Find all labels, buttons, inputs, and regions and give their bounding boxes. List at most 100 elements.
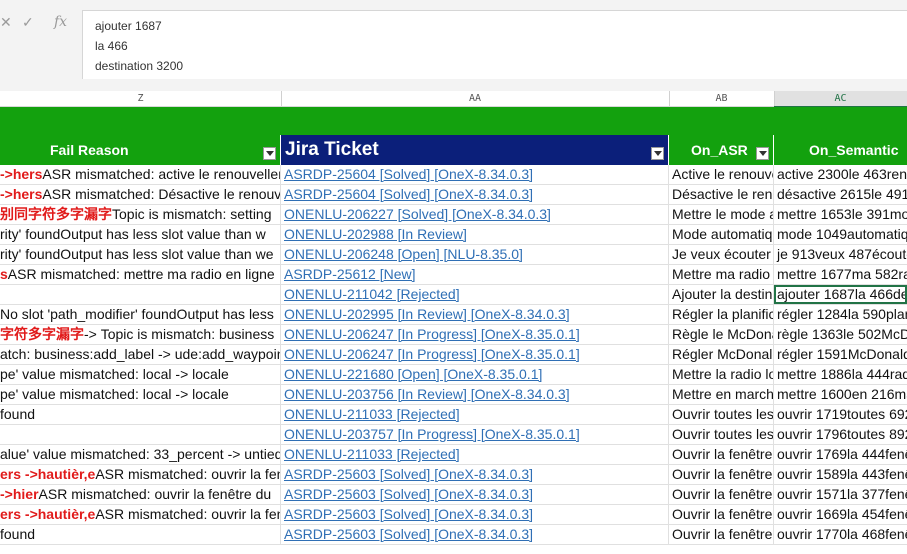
fail-reason-cell[interactable]: 字符多字漏字-> Topic is mismatch: business (0, 325, 281, 344)
on-asr-cell[interactable]: Mettre le mode avion (669, 205, 774, 224)
jira-ticket-link[interactable]: ASRDP-25604 [Solved] [OneX-8.34.0.3] (284, 186, 533, 202)
on-asr-cell[interactable]: Régler la planification (669, 305, 774, 324)
jira-ticket-link[interactable]: ASRDP-25604 [Solved] [OneX-8.34.0.3] (284, 166, 533, 182)
on-asr-cell[interactable]: Mettre la radio locale (669, 365, 774, 384)
fail-reason-cell[interactable]: rity' foundOutput has less slot value th… (0, 245, 281, 264)
on-semantic-cell[interactable]: ouvrir 1589la 443fenêtre (774, 465, 907, 484)
fail-reason-cell[interactable]: ->hersASR mismatched: Désactive le renou… (0, 185, 281, 204)
on-asr-cell[interactable]: Ouvrir la fenêtre (669, 505, 774, 524)
fail-reason-highlight: ers ->hautièr,e (0, 506, 96, 522)
table-row: No slot 'path_modifier' foundOutput has … (0, 305, 907, 325)
column-header-ab[interactable]: AB (669, 91, 774, 107)
column-divider[interactable] (774, 91, 775, 106)
fx-icon[interactable]: fx (54, 14, 67, 30)
fail-reason-cell[interactable]: ->hersASR mismatched: active le renouvel… (0, 165, 281, 184)
jira-ticket-cell: ONENLU-203757 [In Progress] [OneX-8.35.0… (281, 425, 669, 444)
selected-semantic-cell[interactable]: ajouter 1687la 466destination (774, 285, 907, 304)
jira-ticket-link[interactable]: ONENLU-206247 [In Progress] [OneX-8.35.0… (284, 326, 580, 342)
on-semantic-cell[interactable]: ouvrir 1796toutes 892les (774, 425, 907, 444)
on-semantic-cell[interactable]: ouvrir 1770la 468fenêtre (774, 525, 907, 544)
fail-reason-cell[interactable] (0, 285, 281, 304)
jira-ticket-link[interactable]: ONENLU-211033 [Rejected] (284, 406, 460, 422)
jira-ticket-link[interactable]: ONENLU-202988 [In Review] (284, 226, 467, 242)
jira-ticket-link[interactable]: ONENLU-211042 [Rejected] (284, 286, 460, 302)
jira-ticket-link[interactable]: ONENLU-206247 [In Progress] [OneX-8.35.0… (284, 346, 580, 362)
formula-input[interactable]: ajouter 1687 la 466 destination 3200 (82, 10, 907, 79)
fail-reason-cell[interactable]: rity' foundOutput has less slot value th… (0, 225, 281, 244)
fail-reason-cell[interactable]: alue' value mismatched: 33_percent -> un… (0, 445, 281, 464)
column-divider[interactable] (669, 91, 670, 106)
on-asr-cell[interactable]: Ouvrir la fenêtre (669, 465, 774, 484)
fail-reason-detail: Topic is mismatch: setting (112, 206, 272, 222)
on-asr-cell[interactable]: Ouvrir la fenêtre (669, 525, 774, 544)
on-asr-cell[interactable]: Règle le McDonald (669, 325, 774, 344)
fail-reason-cell[interactable]: pe' value mismatched: local -> locale (0, 365, 281, 384)
jira-ticket-link[interactable]: ASRDP-25612 [New] (284, 266, 416, 282)
on-semantic-cell[interactable]: désactive 2615le 491renouvellement (774, 185, 907, 204)
check-icon[interactable]: ✓ (22, 14, 34, 31)
column-header-aa[interactable]: AA (281, 91, 669, 107)
on-semantic-cell[interactable]: mettre 1600en 216marche (774, 385, 907, 404)
formula-line: destination 3200 (95, 59, 184, 73)
on-asr-cell[interactable]: Ouvrir toutes les fenêtres (669, 405, 774, 424)
jira-ticket-link[interactable]: ONENLU-203757 [In Progress] [OneX-8.35.0… (284, 426, 580, 442)
fail-reason-prefix: alue' value mismatched: 33_percent -> un… (0, 446, 281, 462)
on-semantic-cell[interactable]: mode 1049automatique (774, 225, 907, 244)
fail-reason-cell[interactable]: found (0, 525, 281, 544)
on-asr-cell[interactable]: Mettre en marche (669, 385, 774, 404)
filter-dropdown-icon[interactable] (651, 147, 664, 160)
on-semantic-cell[interactable]: je 913veux 487écouter (774, 245, 907, 264)
filter-dropdown-icon[interactable] (756, 147, 769, 160)
column-header-ac[interactable]: AC (774, 91, 907, 108)
fail-reason-highlight: ers ->hautièr,e (0, 466, 96, 482)
formula-line: ajouter 1687 (95, 19, 162, 33)
fail-reason-text: ->hierASR mismatched: ouvrir la fenêtre … (0, 485, 271, 504)
on-semantic-cell[interactable]: active 2300le 463renouvellement (774, 165, 907, 184)
on-semantic-cell[interactable]: mettre 1653le 391mode (774, 205, 907, 224)
on-semantic-cell[interactable]: règle 1363le 502McDonald (774, 325, 907, 344)
jira-ticket-link[interactable]: ONENLU-221680 [Open] [OneX-8.35.0.1] (284, 366, 542, 382)
fail-reason-prefix: pe' value mismatched: local -> locale (0, 366, 229, 382)
jira-ticket-link[interactable]: ASRDP-25603 [Solved] [OneX-8.34.0.3] (284, 526, 533, 542)
column-header-z[interactable]: Z (0, 91, 281, 107)
on-semantic-cell[interactable]: régler 1591McDonald (774, 345, 907, 364)
on-asr-cell[interactable]: Ouvrir toutes les fenêtres (669, 425, 774, 444)
fail-reason-cell[interactable]: ers ->hautièr,eASR mismatched: ouvrir la… (0, 505, 281, 524)
fail-reason-cell[interactable]: found (0, 405, 281, 424)
fail-reason-cell[interactable]: ->hierASR mismatched: ouvrir la fenêtre … (0, 485, 281, 504)
fail-reason-cell[interactable]: ers ->hautièr,eASR mismatched: ouvrir la… (0, 465, 281, 484)
fail-reason-cell[interactable]: sASR mismatched: mettre ma radio en lign… (0, 265, 281, 284)
jira-ticket-link[interactable]: ASRDP-25603 [Solved] [OneX-8.34.0.3] (284, 486, 533, 502)
x-icon[interactable]: ✕ (0, 14, 12, 31)
on-semantic-cell[interactable]: régler 1284la 590planification (774, 305, 907, 324)
on-asr-cell[interactable]: Je veux écouter (669, 245, 774, 264)
fail-reason-cell[interactable]: pe' value mismatched: local -> locale (0, 385, 281, 404)
jira-ticket-link[interactable]: ASRDP-25603 [Solved] [OneX-8.34.0.3] (284, 466, 533, 482)
on-semantic-cell[interactable]: ouvrir 1769la 444fenêtre (774, 445, 907, 464)
on-asr-cell[interactable]: Mode automatique (669, 225, 774, 244)
on-asr-cell[interactable]: Ouvrir la fenêtre (669, 485, 774, 504)
on-asr-cell[interactable]: Ajouter la destination (669, 285, 774, 304)
on-asr-cell[interactable]: Régler McDonald (669, 345, 774, 364)
on-semantic-cell[interactable]: ouvrir 1719toutes 692les (774, 405, 907, 424)
jira-ticket-link[interactable]: ASRDP-25603 [Solved] [OneX-8.34.0.3] (284, 506, 533, 522)
on-semantic-cell[interactable]: mettre 1886la 444radio (774, 365, 907, 384)
on-asr-cell[interactable]: Désactive le renouvellement (669, 185, 774, 204)
on-semantic-cell[interactable]: mettre 1677ma 582radio (774, 265, 907, 284)
on-asr-cell[interactable]: Active le renouvellement (669, 165, 774, 184)
jira-ticket-link[interactable]: ONENLU-203756 [In Review] [OneX-8.34.0.3… (284, 386, 570, 402)
on-asr-cell[interactable]: Ouvrir la fenêtre (669, 445, 774, 464)
fail-reason-cell[interactable]: No slot 'path_modifier' foundOutput has … (0, 305, 281, 324)
jira-ticket-link[interactable]: ONENLU-206248 [Open] [NLU-8.35.0] (284, 246, 523, 262)
column-divider[interactable] (281, 91, 282, 106)
filter-dropdown-icon[interactable] (263, 147, 276, 160)
on-semantic-cell[interactable]: ouvrir 1571la 377fenêtre (774, 485, 907, 504)
jira-ticket-link[interactable]: ONENLU-206227 [Solved] [OneX-8.34.0.3] (284, 206, 551, 222)
jira-ticket-link[interactable]: ONENLU-202995 [In Review] [OneX-8.34.0.3… (284, 306, 570, 322)
fail-reason-cell[interactable]: 别同字符多字漏字Topic is mismatch: setting (0, 205, 281, 224)
on-asr-cell[interactable]: Mettre ma radio en ligne (669, 265, 774, 284)
jira-ticket-link[interactable]: ONENLU-211033 [Rejected] (284, 446, 460, 462)
on-semantic-cell[interactable]: ouvrir 1669la 454fenêtre (774, 505, 907, 524)
fail-reason-cell[interactable]: atch: business:add_label -> ude:add_wayp… (0, 345, 281, 364)
fail-reason-cell[interactable] (0, 425, 281, 444)
